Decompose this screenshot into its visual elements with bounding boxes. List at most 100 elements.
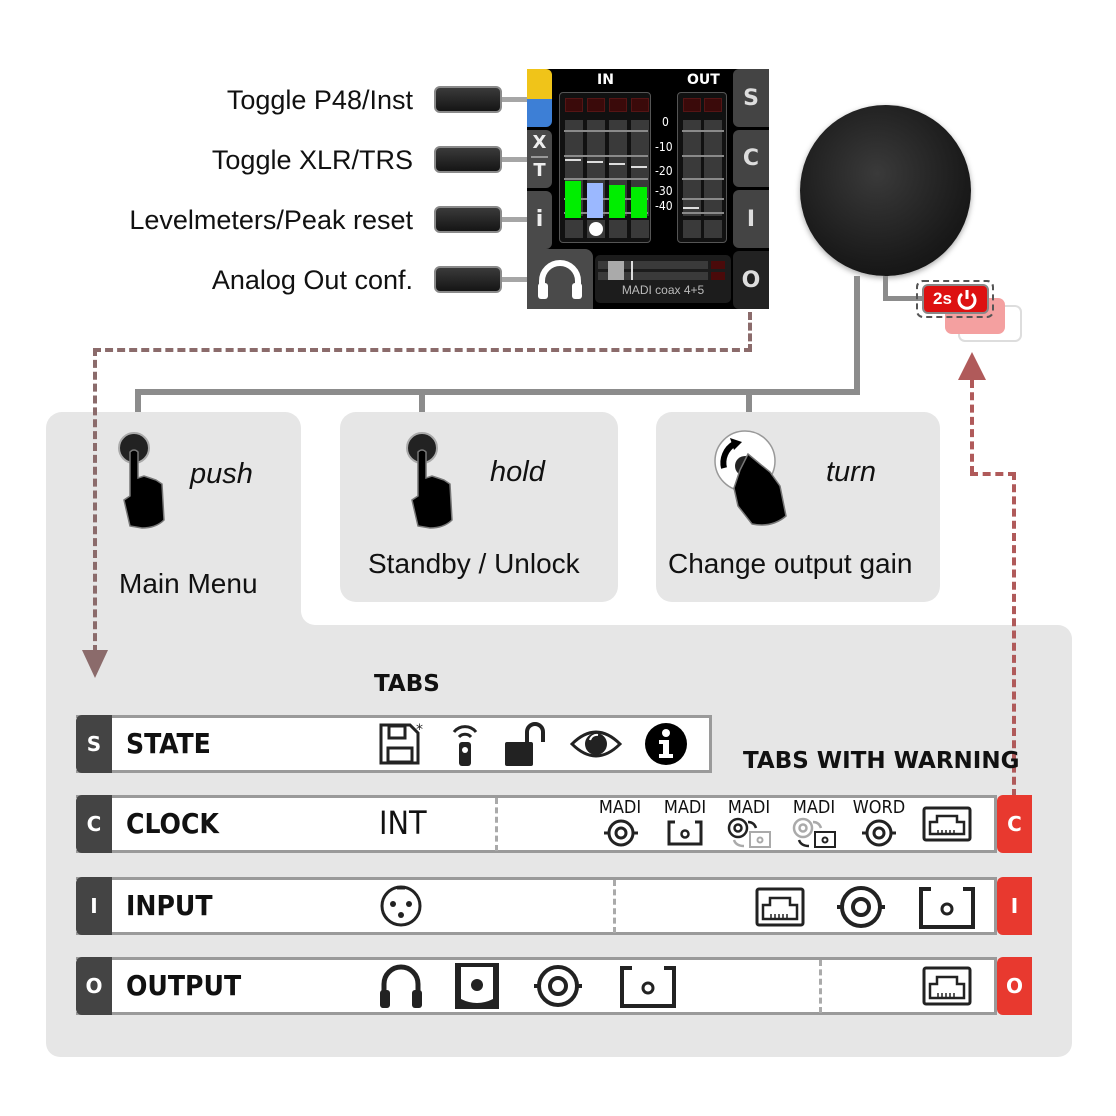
gridline bbox=[682, 212, 724, 214]
tabs-heading: TABS bbox=[374, 671, 440, 697]
peak-led bbox=[565, 98, 583, 112]
analog-out-button[interactable] bbox=[434, 266, 502, 293]
gridline bbox=[564, 155, 648, 157]
gridline bbox=[682, 178, 724, 180]
hold-hand-icon bbox=[406, 432, 453, 529]
gridline bbox=[564, 178, 648, 180]
xlr-icon[interactable] bbox=[379, 884, 423, 928]
tab-key-input[interactable]: I bbox=[733, 190, 769, 248]
level-bar bbox=[609, 185, 625, 218]
button-wire bbox=[502, 277, 528, 282]
peak-hold bbox=[565, 159, 581, 161]
tab-key-state[interactable]: S bbox=[733, 69, 769, 127]
bnc-icon[interactable] bbox=[860, 818, 898, 848]
info-key[interactable]: i bbox=[527, 191, 552, 249]
optical-icon[interactable] bbox=[667, 820, 703, 846]
output-warning[interactable]: O bbox=[997, 957, 1032, 1015]
input-warning[interactable]: I bbox=[997, 877, 1032, 935]
wire bbox=[854, 276, 860, 394]
tab-state-title: STATE bbox=[126, 727, 211, 760]
redundant-coax-icon[interactable] bbox=[726, 816, 774, 850]
button-wire bbox=[502, 97, 528, 102]
tab-key-clock[interactable]: C bbox=[733, 130, 769, 187]
turn-hand-icon bbox=[714, 430, 787, 526]
scale-30: -30 bbox=[655, 184, 673, 198]
arrow-line bbox=[93, 348, 97, 653]
scale-0: 0 bbox=[662, 115, 669, 129]
toggle-p48-button[interactable] bbox=[434, 86, 502, 113]
tab-state-letter: S bbox=[76, 715, 112, 773]
inst-indicator-blue bbox=[527, 99, 552, 127]
ethernet-icon[interactable] bbox=[755, 887, 805, 927]
divider bbox=[495, 798, 498, 851]
label-toggle-xlr: Toggle XLR/TRS bbox=[211, 145, 413, 175]
bnc-icon[interactable] bbox=[602, 818, 640, 848]
levelmeters-button[interactable] bbox=[434, 206, 502, 233]
tab-clock-title: CLOCK bbox=[126, 807, 219, 840]
ethernet-icon[interactable] bbox=[922, 966, 972, 1006]
tab-clock-letter: C bbox=[76, 795, 112, 853]
hold-description: Standby / Unlock bbox=[368, 548, 580, 579]
warning-heading: TABS WITH WARNING bbox=[743, 748, 1020, 774]
tab-input-title: INPUT bbox=[126, 889, 213, 922]
button-wire bbox=[502, 157, 528, 162]
rotary-knob[interactable] bbox=[800, 105, 971, 276]
clock-source-label: MADI bbox=[727, 797, 771, 818]
peak-led bbox=[587, 98, 605, 112]
arrow-line bbox=[748, 312, 752, 352]
peak-led bbox=[704, 98, 722, 112]
tab-key-output[interactable]: O bbox=[733, 251, 769, 309]
output-selector[interactable]: MADI coax 4+5 bbox=[595, 255, 731, 303]
channel-cell bbox=[609, 220, 627, 238]
optical-icon[interactable] bbox=[919, 887, 975, 929]
bnc-icon[interactable] bbox=[533, 963, 583, 1009]
headphones-icon bbox=[538, 260, 582, 299]
push-hand-icon bbox=[118, 432, 165, 529]
headphones-icon[interactable] bbox=[378, 962, 424, 1010]
peak-led bbox=[683, 98, 701, 112]
label-levelmeters: Levelmeters/Peak reset bbox=[129, 205, 413, 235]
clock-source-label: WORD bbox=[852, 797, 906, 818]
toggle-xlr-button[interactable] bbox=[434, 146, 502, 173]
in-label: IN bbox=[597, 72, 614, 88]
scale-10: -10 bbox=[655, 140, 673, 154]
mini-level bbox=[608, 261, 624, 280]
xlr-trs-key[interactable]: X T bbox=[527, 130, 552, 188]
output-name: MADI coax 4+5 bbox=[621, 283, 705, 297]
peak-hold bbox=[631, 166, 647, 168]
key-x: X bbox=[532, 132, 547, 153]
info-icon bbox=[645, 723, 687, 765]
save-icon: * bbox=[379, 722, 423, 765]
optical-icon[interactable] bbox=[620, 966, 676, 1008]
key-t: T bbox=[533, 160, 546, 181]
peak-led bbox=[609, 98, 627, 112]
turn-verb: turn bbox=[826, 456, 876, 488]
peak-hold bbox=[587, 161, 603, 163]
standby-badge: 2s bbox=[922, 284, 989, 314]
hold-verb: hold bbox=[490, 456, 545, 488]
channel-cell bbox=[631, 220, 649, 238]
peak-hold bbox=[609, 163, 625, 165]
arrow-down-icon bbox=[82, 650, 108, 678]
wire bbox=[419, 389, 425, 414]
clock-source-label: MADI bbox=[792, 797, 836, 818]
ethernet-icon[interactable] bbox=[922, 806, 972, 842]
channel-cell bbox=[704, 220, 722, 238]
headphones-key[interactable] bbox=[527, 249, 593, 309]
svg-text:*: * bbox=[416, 722, 423, 738]
gridline bbox=[682, 155, 724, 157]
gridline bbox=[682, 130, 724, 132]
bnc-icon[interactable] bbox=[836, 884, 886, 930]
clock-warning[interactable]: C bbox=[997, 795, 1032, 853]
level-bar bbox=[631, 187, 647, 218]
out-meter-2 bbox=[704, 120, 722, 216]
mini-peak bbox=[631, 261, 633, 280]
scale-20: -20 bbox=[655, 164, 673, 178]
unlock-icon bbox=[505, 722, 545, 766]
redundant-optical-icon[interactable] bbox=[791, 816, 839, 850]
tab-output-title: OUTPUT bbox=[126, 969, 242, 1002]
speaker-icon[interactable] bbox=[453, 961, 501, 1011]
push-verb: push bbox=[190, 458, 253, 490]
push-description: Main Menu bbox=[119, 568, 258, 599]
label-analog-out: Analog Out conf. bbox=[211, 265, 413, 295]
